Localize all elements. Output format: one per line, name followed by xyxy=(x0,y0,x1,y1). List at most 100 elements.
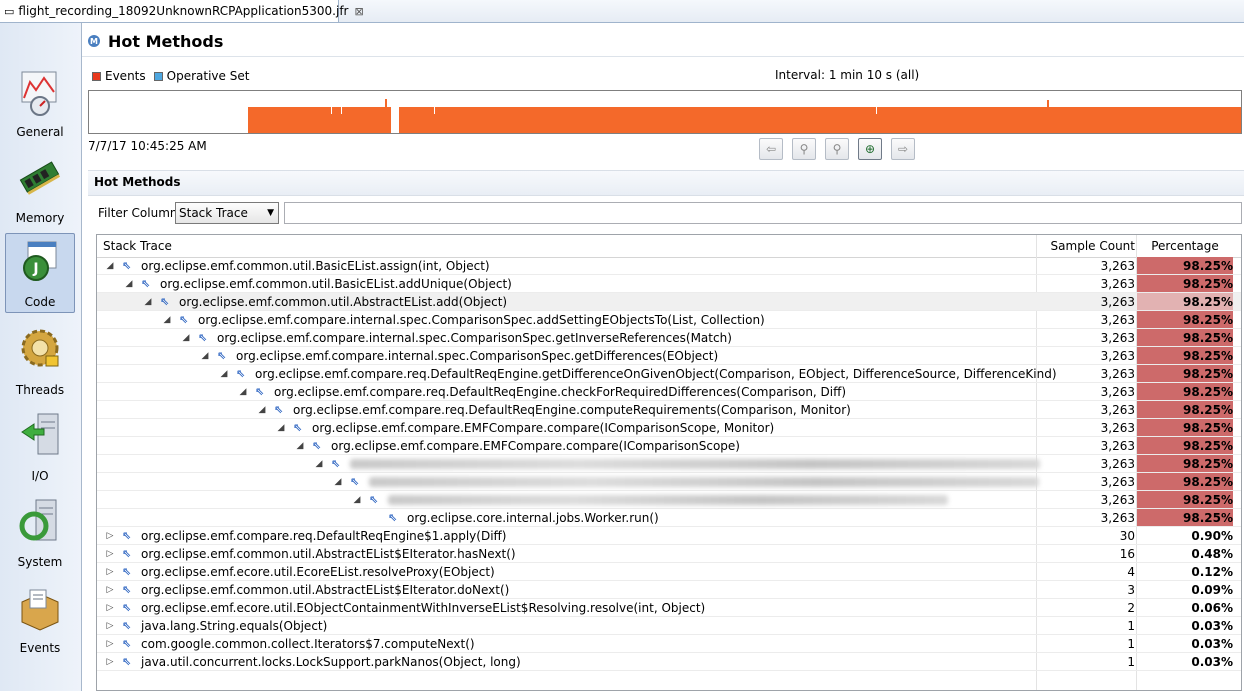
collapse-toggle-icon[interactable]: ◢ xyxy=(276,419,286,437)
redacted-stack-frame xyxy=(350,459,1040,469)
filter-text-input[interactable] xyxy=(284,202,1242,224)
method-icon: ⇖ xyxy=(331,457,341,470)
table-row[interactable]: ◢ ⇖ org.eclipse.emf.compare.internal.spec.… xyxy=(97,347,1241,365)
sidebar-item-io[interactable]: I/O xyxy=(5,407,75,487)
stack-frame-method: org.eclipse.emf.common.util.BasicEList.a… xyxy=(141,259,490,273)
page-title: Hot Methods xyxy=(108,31,224,51)
table-row[interactable]: ▷ ⇖ com.google.common.collect.Iterators$7.… xyxy=(97,635,1241,653)
table-row[interactable]: ◢ ⇖ org.eclipse.emf.common.util.BasicEList… xyxy=(97,257,1241,275)
timeline-start-timestamp: 7/7/17 10:45:25 AM xyxy=(88,139,207,153)
editor-tab[interactable]: ▭ flight_recording_18092UnknownRCPApplic… xyxy=(0,0,364,22)
timeline-marker xyxy=(434,107,435,114)
expand-toggle-icon[interactable]: ▷ xyxy=(105,527,115,545)
expand-toggle-icon[interactable]: ▷ xyxy=(105,653,115,671)
range-navigator-timeline[interactable] xyxy=(88,90,1242,134)
column-header-stack-trace[interactable]: Stack Trace xyxy=(103,235,172,257)
percentage-cell: 0.03% xyxy=(1191,619,1233,633)
method-icon: ⇖ xyxy=(141,277,151,290)
close-icon[interactable]: ⊠ xyxy=(354,5,363,18)
svg-text:J: J xyxy=(32,261,38,277)
expand-toggle-icon[interactable]: ▷ xyxy=(105,599,115,617)
collapse-toggle-icon[interactable]: ◢ xyxy=(257,401,267,419)
expand-toggle-icon[interactable]: ▷ xyxy=(105,545,115,563)
table-row[interactable]: ◢ ⇖ org.eclipse.emf.compare.internal.spec.… xyxy=(97,311,1241,329)
collapse-toggle-icon[interactable]: ◢ xyxy=(200,347,210,365)
hot-methods-table: Stack Trace Sample Count Percentage ◢ ⇖ or… xyxy=(96,234,1242,691)
table-row[interactable]: ◢ ⇖ org.eclipse.emf.common.util.BasicEList… xyxy=(97,275,1241,293)
expand-toggle-icon[interactable]: ▷ xyxy=(105,581,115,599)
table-row[interactable]: ◢ ⇖ 3,263 98.25% xyxy=(97,491,1241,509)
method-icon: ⇖ xyxy=(350,475,360,488)
collapse-toggle-icon[interactable]: ◢ xyxy=(124,275,134,293)
collapse-toggle-icon[interactable]: ◢ xyxy=(219,365,229,383)
recording-file-icon: ▭ xyxy=(4,4,15,18)
sidebar-item-memory[interactable]: Memory xyxy=(5,149,75,229)
table-row[interactable]: ◢ ⇖ 3,263 98.25% xyxy=(97,455,1241,473)
percentage-cell: 98.25% xyxy=(1137,455,1233,472)
percentage-cell: 0.03% xyxy=(1191,637,1233,651)
filter-column-select[interactable]: Stack Trace ▼ xyxy=(175,202,279,224)
table-row[interactable]: ◢ ⇖ org.eclipse.emf.common.util.AbstractEL… xyxy=(97,293,1241,311)
table-row[interactable]: ▷ ⇖ org.eclipse.emf.ecore.util.EObjectCont… xyxy=(97,599,1241,617)
sidebar-item-general[interactable]: General xyxy=(5,63,75,143)
collapse-toggle-icon[interactable]: ◢ xyxy=(352,491,362,509)
zoom-in-button[interactable]: ⚲ xyxy=(792,138,816,160)
sidebar-item-system[interactable]: System xyxy=(5,493,75,573)
table-row[interactable]: ◢ ⇖ org.eclipse.emf.compare.EMFCompare.com… xyxy=(97,419,1241,437)
sample-count-cell: 3,263 xyxy=(1100,367,1135,381)
table-row[interactable]: ▷ ⇖ org.eclipse.emf.compare.req.DefaultReq… xyxy=(97,527,1241,545)
collapse-toggle-icon[interactable]: ◢ xyxy=(295,437,305,455)
stack-frame-method: org.eclipse.emf.compare.req.DefaultReqEn… xyxy=(274,385,847,399)
expand-toggle-icon[interactable]: ▷ xyxy=(105,617,115,635)
collapse-toggle-icon[interactable]: ◢ xyxy=(162,311,172,329)
collapse-toggle-icon[interactable]: ◢ xyxy=(333,473,343,491)
pan-right-button[interactable]: ⇨ xyxy=(891,138,915,160)
expand-toggle-icon[interactable]: ▷ xyxy=(105,635,115,653)
table-row[interactable]: ▷ ⇖ org.eclipse.emf.ecore.util.EcoreEList.… xyxy=(97,563,1241,581)
method-icon: ⇖ xyxy=(122,547,132,560)
event-spike xyxy=(1047,100,1049,107)
collapse-toggle-icon[interactable]: ◢ xyxy=(181,329,191,347)
event-density-band xyxy=(399,107,1241,133)
events-legend-swatch xyxy=(92,71,101,81)
sidebar-item-label: Threads xyxy=(15,383,65,397)
sample-count-cell: 3,263 xyxy=(1100,259,1135,273)
table-row[interactable]: ▷ ⇖ org.eclipse.emf.common.util.AbstractEL… xyxy=(97,545,1241,563)
zoom-all-button[interactable]: ⊕ xyxy=(858,138,882,160)
stack-frame-method: com.google.common.collect.Iterators$7.co… xyxy=(141,637,475,651)
timeline-marker xyxy=(331,107,332,114)
zoom-out-button[interactable]: ⚲ xyxy=(825,138,849,160)
table-row[interactable]: ◢ ⇖ org.eclipse.emf.compare.req.DefaultReq… xyxy=(97,383,1241,401)
percentage-cell: 98.25% xyxy=(1137,437,1233,454)
table-row[interactable]: ⇖ org.eclipse.core.internal.jobs.Worker.r… xyxy=(97,509,1241,527)
table-row[interactable]: ◢ ⇖ org.eclipse.emf.compare.req.DefaultReq… xyxy=(97,401,1241,419)
method-icon: ⇖ xyxy=(388,511,398,524)
editor-tab-bar: ▭ flight_recording_18092UnknownRCPApplic… xyxy=(0,0,1244,23)
column-header-percentage[interactable]: Percentage xyxy=(1137,235,1233,257)
stack-frame-method: org.eclipse.emf.compare.internal.spec.Co… xyxy=(236,349,719,363)
table-row[interactable]: ▷ ⇖ org.eclipse.emf.common.util.AbstractEL… xyxy=(97,581,1241,599)
sidebar-item-threads[interactable]: Threads xyxy=(5,321,75,401)
collapse-toggle-icon[interactable]: ◢ xyxy=(143,293,153,311)
pan-left-button[interactable]: ⇦ xyxy=(759,138,783,160)
table-row[interactable]: ▷ ⇖ java.lang.String.equals(Object) 1 0.03% xyxy=(97,617,1241,635)
section-title: Hot Methods xyxy=(94,175,181,189)
method-icon: ⇖ xyxy=(122,655,132,668)
event-density-band xyxy=(248,107,391,133)
table-row[interactable]: ◢ ⇖ 3,263 98.25% xyxy=(97,473,1241,491)
collapse-toggle-icon[interactable]: ◢ xyxy=(314,455,324,473)
collapse-toggle-icon[interactable]: ◢ xyxy=(238,383,248,401)
sidebar-item-events[interactable]: Events xyxy=(5,579,75,659)
table-row[interactable]: ◢ ⇖ org.eclipse.emf.compare.EMFCompare.com… xyxy=(97,437,1241,455)
arrow-right-icon: ⇨ xyxy=(897,142,909,156)
magnifier-icon: ⚲ xyxy=(799,142,809,156)
filter-column-label: Filter Column xyxy=(98,206,178,220)
method-icon: ⇖ xyxy=(160,295,170,308)
expand-toggle-icon[interactable]: ▷ xyxy=(105,563,115,581)
table-row[interactable]: ◢ ⇖ org.eclipse.emf.compare.internal.spec.… xyxy=(97,329,1241,347)
collapse-toggle-icon[interactable]: ◢ xyxy=(105,257,115,275)
table-row[interactable]: ▷ ⇖ java.util.concurrent.locks.LockSupport… xyxy=(97,653,1241,671)
column-header-sample-count[interactable]: Sample Count xyxy=(1043,235,1135,257)
table-row[interactable]: ◢ ⇖ org.eclipse.emf.compare.req.DefaultReq… xyxy=(97,365,1241,383)
sidebar-item-code[interactable]: J Code xyxy=(5,233,75,313)
